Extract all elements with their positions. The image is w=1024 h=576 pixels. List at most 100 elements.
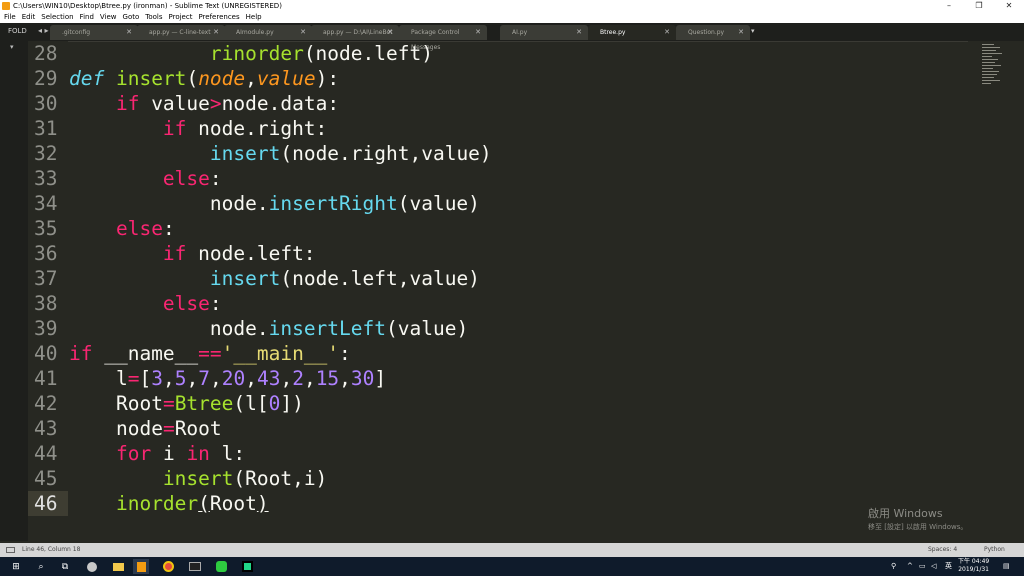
minimap-line (982, 65, 1001, 66)
minimap-line (982, 56, 992, 57)
minimap-line (982, 80, 1000, 81)
menu-find[interactable]: Find (80, 12, 94, 23)
file-explorer-icon[interactable] (110, 559, 126, 574)
tab-label: .gitconfig (62, 29, 91, 36)
line-text: node.insertLeft(value) (209, 317, 469, 340)
tab-gitconfig[interactable]: .gitconfig ✕ (50, 25, 138, 40)
close-icon[interactable]: ✕ (576, 25, 582, 40)
line-number: 45 (34, 467, 58, 490)
line-number: 38 (34, 292, 58, 315)
menu-tools[interactable]: Tools (145, 12, 162, 23)
panel-toggle-icon[interactable] (6, 547, 15, 553)
tab-btree[interactable]: Btree.py ✕ (588, 25, 676, 40)
line-number: 28 (34, 42, 58, 65)
tab-overflow-icon[interactable]: ▾ (751, 27, 755, 35)
maximize-button[interactable]: ❐ (964, 0, 994, 12)
tab-package-control[interactable]: Package Control Messages ✕ (399, 25, 487, 51)
system-clock[interactable]: 下午 04:49 2019/1/31 (958, 558, 989, 574)
close-icon[interactable]: ✕ (664, 25, 670, 40)
code-line: 41 l=[3,5,7,20,43,2,15,30] (28, 366, 968, 391)
cursor-position: Line 46, Column 18 (22, 546, 81, 553)
menu-goto[interactable]: Goto (123, 12, 140, 23)
minimap-line (982, 83, 991, 84)
tab-label: app.py — D:\AI\LineBot (323, 29, 393, 36)
notification-icon[interactable]: ▤ (1003, 557, 1010, 576)
minimap-line (982, 77, 994, 78)
folder-collapse-icon[interactable]: ▾ (10, 43, 14, 51)
line-text: insert(node.right,value) (209, 142, 492, 165)
indentation-setting[interactable]: Spaces: 4 (928, 543, 957, 557)
menu-help[interactable]: Help (246, 12, 262, 23)
sublime-text-icon[interactable] (133, 559, 149, 574)
line-number: 30 (34, 92, 58, 115)
line-text: rinorder(node.left) (209, 42, 433, 65)
code-editor[interactable]: 28 rinorder(node.left) 29 def insert(node… (28, 41, 968, 541)
menu-view[interactable]: View (100, 12, 117, 23)
user-icon[interactable]: ⚲ (891, 557, 896, 576)
code-line: 35 else: (28, 216, 968, 241)
windows-taskbar: ⊞ ⌕ ⧉ ⚲ ^ ▭ ◁ 英 下午 04:49 2019/1/31 ▤ (0, 557, 1024, 576)
close-icon[interactable]: ✕ (738, 25, 744, 40)
terminal-icon[interactable] (187, 559, 203, 574)
tab-nav-arrows-icon[interactable]: ◂ ▸ (38, 26, 49, 35)
ime-indicator[interactable]: 英 (945, 557, 952, 576)
code-line: 38 else: (28, 291, 968, 316)
chrome-icon[interactable] (160, 559, 176, 574)
tab-app-linebot[interactable]: app.py — D:\AI\LineBot ✕ (311, 25, 399, 40)
close-icon[interactable]: ✕ (475, 25, 481, 40)
line-text: else: (115, 217, 175, 240)
network-icon[interactable]: ▭ (919, 557, 926, 576)
syntax-selector[interactable]: Python (984, 543, 1005, 557)
line-text: if node.right: (162, 117, 328, 140)
menu-project[interactable]: Project (169, 12, 193, 23)
code-line: 40 if __name__=='__main__': (28, 341, 968, 366)
watermark-subtitle: 移至 [設定] 以啟用 Windows。 (868, 523, 968, 531)
code-line: 32 insert(node.right,value) (28, 141, 968, 166)
code-line: 42 Root=Btree(l[0]) (28, 391, 968, 416)
minimap-line (982, 50, 996, 51)
code-line: 28 rinorder(node.left) (28, 41, 968, 66)
minimap-line (982, 74, 997, 75)
app-icon[interactable] (84, 559, 100, 574)
close-button[interactable]: ✕ (994, 0, 1024, 12)
line-number: 36 (34, 242, 58, 265)
menu-preferences[interactable]: Preferences (198, 12, 239, 23)
tab-question[interactable]: Question.py ✕ (676, 25, 750, 40)
line-app-icon[interactable] (213, 559, 229, 574)
tab-app-cline[interactable]: app.py — C-line-text ✕ (137, 25, 225, 40)
tab-bar: FOLD ◂ ▸ .gitconfig ✕ app.py — C-line-tex… (0, 23, 1024, 51)
minimap-line (982, 62, 995, 63)
line-number: 29 (34, 67, 58, 90)
tab-aimodule[interactable]: AImodule.py ✕ (224, 25, 312, 40)
code-line: 45 insert(Root,i) (28, 466, 968, 491)
close-icon[interactable]: ✕ (300, 25, 306, 40)
line-number: 40 (34, 342, 58, 365)
code-line-current: 46 inorder(Root) (28, 491, 968, 516)
close-icon[interactable]: ✕ (387, 25, 393, 40)
tab-label: AImodule.py (236, 29, 274, 36)
minimap[interactable] (968, 41, 1024, 541)
volume-icon[interactable]: ◁ (931, 557, 936, 576)
line-number: 42 (34, 392, 58, 415)
line-number: 41 (34, 367, 58, 390)
line-text: if value>node.data: (115, 92, 340, 115)
task-view-icon[interactable]: ⧉ (57, 559, 73, 574)
line-text: for i in l: (115, 442, 246, 465)
pycharm-icon[interactable] (239, 559, 255, 574)
sidebar: ▾ (0, 41, 28, 541)
close-icon[interactable]: ✕ (213, 25, 219, 40)
close-icon[interactable]: ✕ (126, 25, 132, 40)
windows-start-icon[interactable]: ⊞ (8, 559, 24, 574)
minimize-button[interactable]: – (934, 0, 964, 12)
menu-selection[interactable]: Selection (41, 12, 73, 23)
tab-ai[interactable]: AI.py ✕ (500, 25, 588, 40)
line-number: 46 (34, 492, 58, 515)
code-line: 30 if value>node.data: (28, 91, 968, 116)
menu-edit[interactable]: Edit (22, 12, 36, 23)
minimap-line (982, 53, 1002, 54)
menu-file[interactable]: File (4, 12, 16, 23)
line-text: inorder(Root) (115, 492, 269, 515)
tray-expand-icon[interactable]: ^ (907, 557, 913, 576)
search-icon[interactable]: ⌕ (33, 559, 49, 574)
minimap-line (982, 59, 998, 60)
